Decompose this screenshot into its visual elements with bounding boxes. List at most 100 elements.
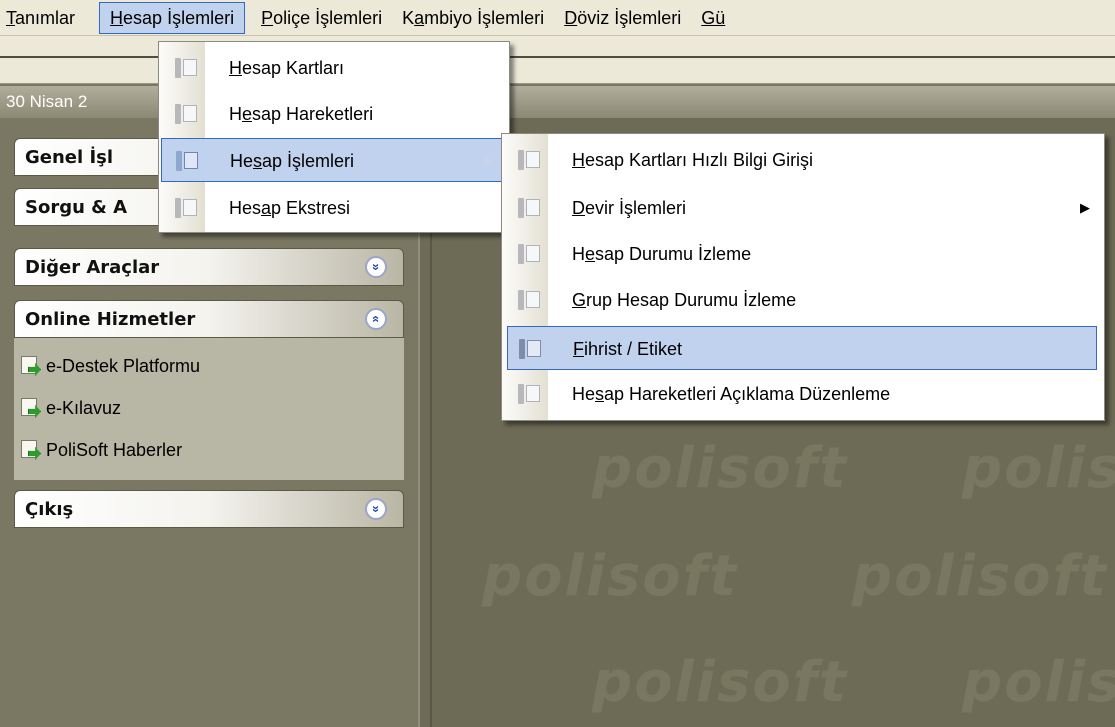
submenu-item-devir-islemleri[interactable]: Devir İşlemleri ▶ (504, 186, 1102, 230)
menu-item-label: Fihrist / Etiket (573, 327, 682, 371)
menu-accesskey: H (110, 7, 124, 28)
online-hizmetler-body: e-Destek Platformu e-Kılavuz PoliSoft Ha… (14, 338, 404, 480)
accesskey: e (242, 104, 253, 124)
watermark: polisoft (592, 436, 848, 501)
accesskey: H (229, 58, 242, 78)
panel-title: Diğer Araçlar (25, 257, 160, 278)
menu-item-hesap-hareketleri[interactable]: Hesap Hareketleri (161, 92, 507, 136)
submenu-item-hizli-bilgi-girisi[interactable]: Hesap Kartları Hızlı Bilgi Girişi (504, 138, 1102, 182)
label-pre: Hes (229, 198, 262, 218)
label-post: ap Hareketleri Açıklama Düzenleme (604, 384, 891, 404)
page-arrow-icon (20, 355, 42, 377)
book-icon (519, 339, 543, 359)
book-icon (518, 150, 542, 170)
label-pre: He (230, 151, 254, 171)
menu-tanimlar[interactable]: Tanımlar (0, 2, 99, 34)
menu-item-hesap-islemleri[interactable]: Hesap İşlemleri ▶ (161, 138, 507, 182)
menu-label: mbiyo İşlemleri (424, 7, 545, 28)
label-post: p Ekstresi (271, 198, 351, 218)
panel-online-hizmetler[interactable]: Online Hizmetler « (14, 300, 404, 338)
book-icon (518, 198, 542, 218)
hesap-islemleri-submenu: Hesap Kartları Hızlı Bilgi Girişi Devir … (501, 133, 1105, 421)
menu-hesap-islemleri[interactable]: Hesap İşlemleri (99, 1, 246, 34)
menu-label: oliçe İşlemleri (273, 7, 383, 28)
chevron-down-icon[interactable]: » (365, 498, 387, 520)
label-post: esap Kartları (242, 58, 345, 78)
watermark: polisoft (852, 544, 1108, 609)
watermark: polisoft (482, 544, 738, 609)
menu-accesskey: P (261, 7, 274, 28)
label-post: sap Durumu İzleme (595, 244, 752, 264)
panel-cikis[interactable]: Çıkış » (14, 490, 404, 528)
menu-label: anımlar (15, 7, 76, 28)
label-post: esap Kartları Hızlı Bilgi Girişi (585, 150, 814, 170)
panel-title: Çıkış (25, 499, 74, 520)
menu-accesskey: Gü (701, 7, 726, 28)
label-pre: He (572, 384, 596, 404)
submenu-item-aciklama-duzenleme[interactable]: Hesap Hareketleri Açıklama Düzenleme (504, 372, 1102, 416)
label-pre: H (572, 244, 585, 264)
book-icon (518, 290, 542, 310)
menu-label-pre: K (402, 7, 415, 28)
panel-title: Sorgu & A (25, 197, 128, 218)
menu-accesskey: D (564, 7, 578, 28)
link-label: e-Destek Platformu (46, 355, 201, 376)
submenu-arrow-icon: ▶ (1080, 200, 1090, 215)
accesskey: a (261, 198, 272, 218)
submenu-item-hesap-durumu-izleme[interactable]: Hesap Durumu İzleme (504, 232, 1102, 276)
book-icon (176, 151, 200, 171)
book-icon (518, 384, 542, 404)
menu-doviz-islemleri[interactable]: Döviz İşlemleri (554, 2, 691, 34)
menu-item-label: Devir İşlemleri (572, 186, 686, 230)
submenu-item-grup-hesap-durumu-izleme[interactable]: Grup Hesap Durumu İzleme (504, 278, 1102, 322)
menu-police-islemleri[interactable]: Poliçe İşlemleri (251, 2, 392, 34)
menu-item-label: Hesap Hareketleri (229, 92, 373, 136)
accesskey: s (253, 151, 263, 171)
link-label: e-Kılavuz (46, 397, 122, 418)
accesskey: D (572, 198, 585, 218)
book-icon (518, 244, 542, 264)
accesskey: H (572, 150, 585, 170)
page-arrow-icon (20, 439, 42, 461)
book-icon (175, 104, 199, 124)
book-icon (175, 198, 199, 218)
panel-diger-araclar[interactable]: Diğer Araçlar » (14, 248, 404, 286)
watermark: polisoft (592, 650, 848, 715)
menu-label: esap İşlemleri (123, 7, 235, 28)
label-post: ap İşlemleri (262, 151, 355, 171)
menu-item-label: Hesap Hareketleri Açıklama Düzenleme (572, 372, 890, 416)
page-arrow-icon (20, 397, 42, 419)
menu-kambiyo-islemleri[interactable]: Kambiyo İşlemleri (392, 2, 554, 34)
menu-item-label: Hesap Kartları Hızlı Bilgi Girişi (572, 138, 813, 182)
menu-bar: Tanımlar Hesap İşlemleri Poliçe İşlemler… (0, 0, 1115, 36)
panel-title: Online Hizmetler (25, 309, 196, 330)
chevron-down-icon[interactable]: » (365, 256, 387, 278)
accesskey: s (595, 384, 605, 404)
accesskey: G (572, 290, 587, 310)
link-e-destek[interactable]: e-Destek Platformu (20, 352, 200, 380)
submenu-item-fihrist-etiket[interactable]: Fihrist / Etiket (507, 326, 1097, 370)
label-post: ihrist / Etiket (584, 339, 683, 359)
menu-item-label: Grup Hesap Durumu İzleme (572, 278, 796, 322)
menu-item-label: Hesap İşlemleri (230, 139, 354, 183)
accesskey: e (585, 244, 596, 264)
link-e-kilavuz[interactable]: e-Kılavuz (20, 394, 121, 422)
label-post: sap Hareketleri (252, 104, 374, 124)
link-polisoft-haberler[interactable]: PoliSoft Haberler (20, 436, 182, 464)
menu-item-hesap-ekstresi[interactable]: Hesap Ekstresi (161, 186, 507, 230)
book-icon (175, 58, 199, 78)
menu-item-label: Hesap Ekstresi (229, 186, 350, 230)
watermark: polisoft (962, 436, 1115, 501)
chevron-up-icon[interactable]: « (365, 308, 387, 330)
hesap-islemleri-dropdown: Hesap Kartları Hesap Hareketleri Hesap İ… (158, 41, 510, 233)
panel-title: Genel İşl (25, 147, 114, 168)
menu-item-label: Hesap Durumu İzleme (572, 232, 751, 276)
menu-item-hesap-kartlari[interactable]: Hesap Kartları (161, 46, 507, 90)
date-text: 30 Nisan 2 (6, 92, 88, 111)
label-post: rup Hesap Durumu İzleme (586, 290, 797, 310)
link-label: PoliSoft Haberler (46, 439, 183, 460)
menu-label: öviz İşlemleri (577, 7, 682, 28)
label-pre: H (229, 104, 242, 124)
watermark: polisoft (962, 650, 1115, 715)
menu-gu[interactable]: Gü (691, 2, 735, 34)
